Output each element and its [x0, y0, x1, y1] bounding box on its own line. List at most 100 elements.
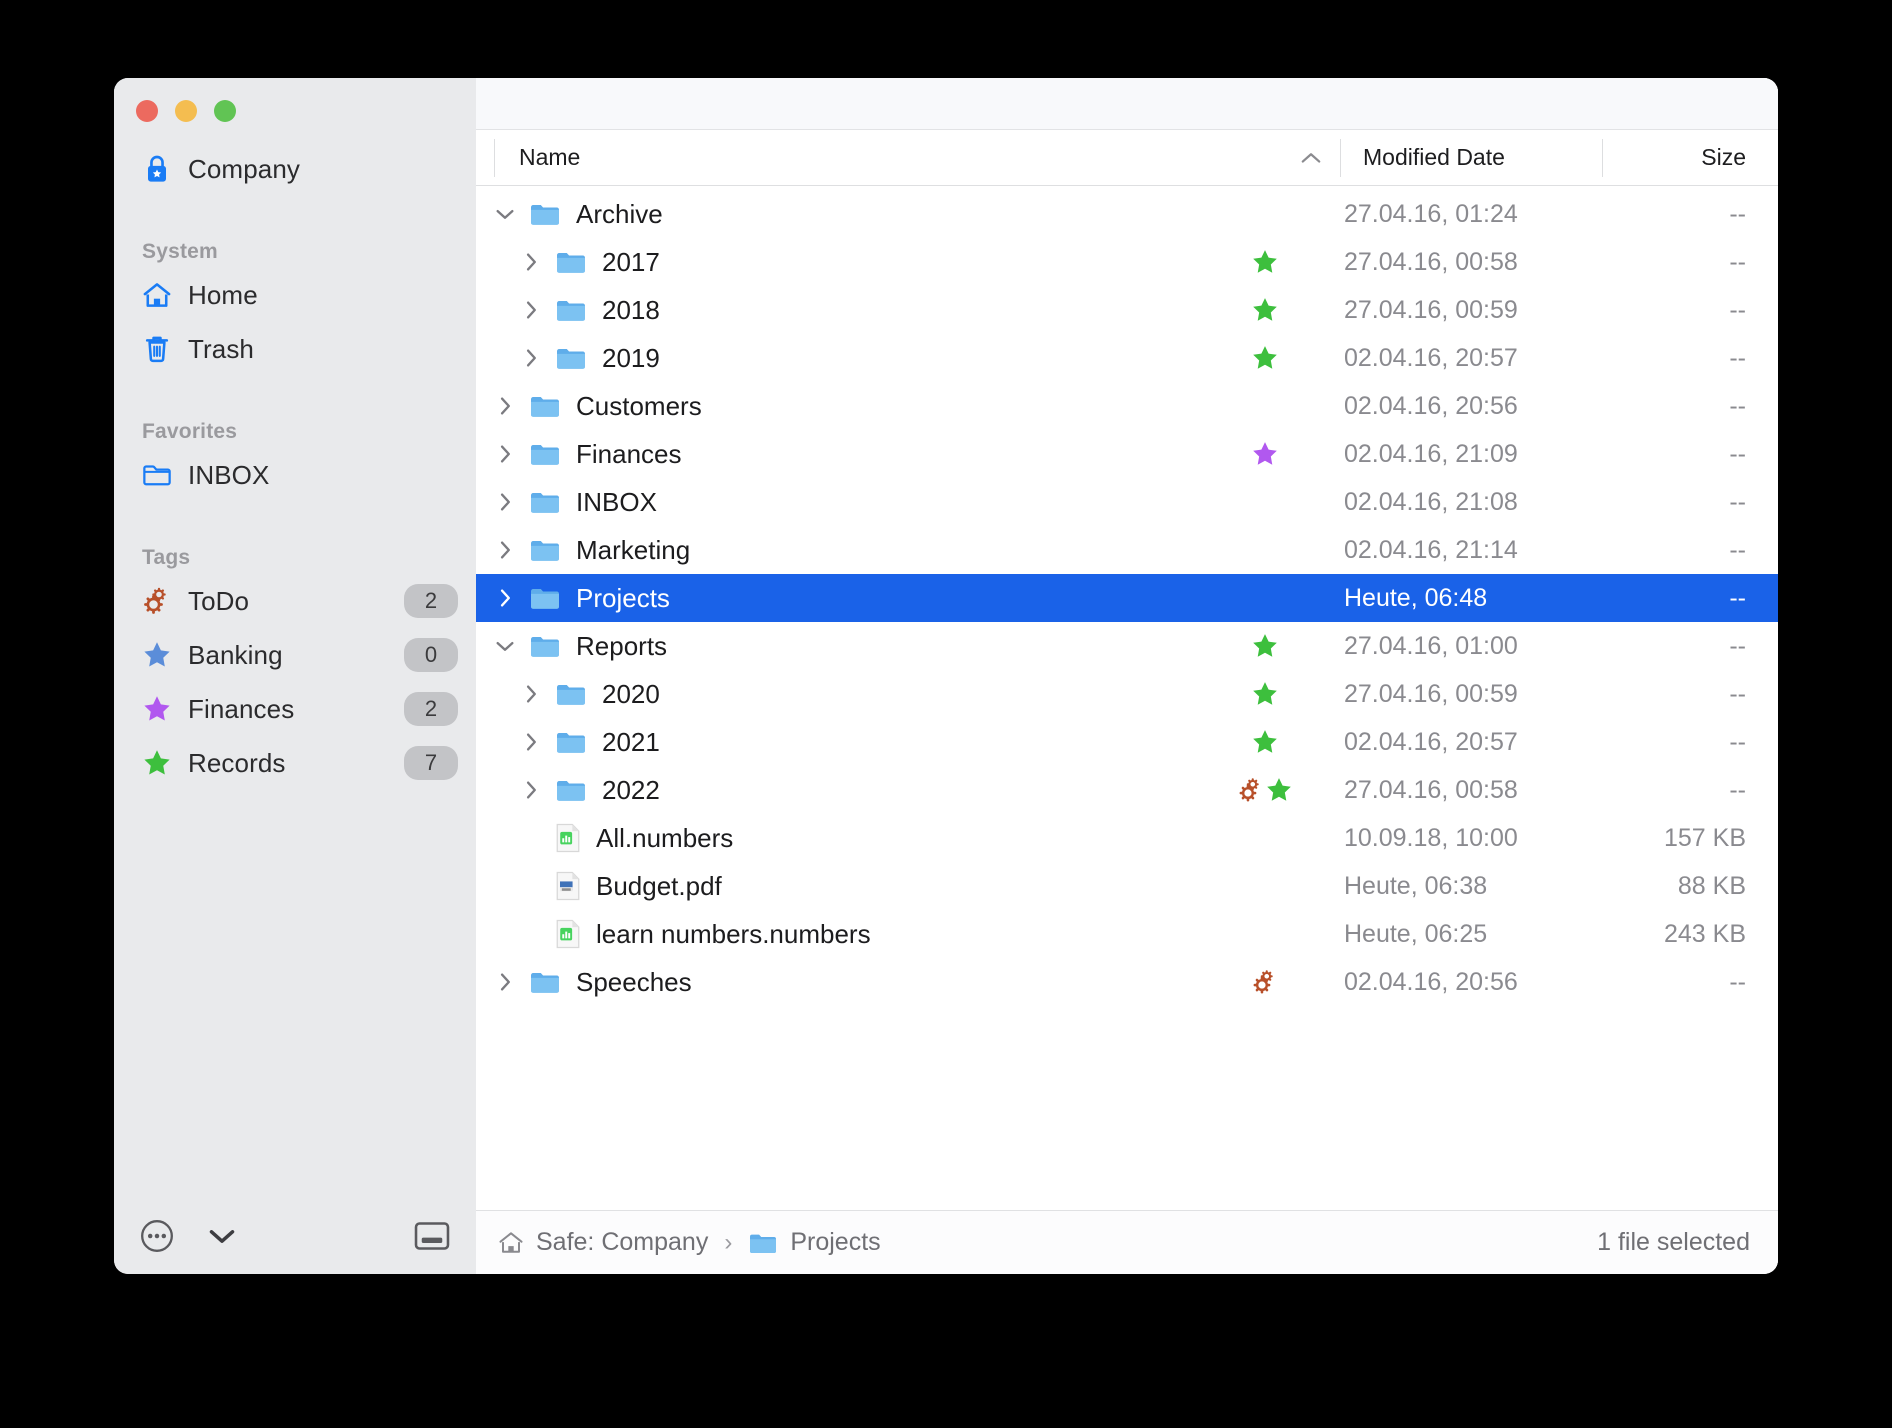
main-titlebar: [476, 78, 1778, 130]
trash-icon: [142, 334, 172, 364]
file-name-cell: learn numbers.numbers: [476, 918, 1190, 950]
sidebar-item-label: Records: [188, 747, 286, 778]
disclosure-collapsed-icon[interactable]: [516, 732, 546, 752]
file-size: 88 KB: [1677, 871, 1746, 900]
table-row[interactable]: Budget.pdf Heute, 06:38 88 KB: [476, 862, 1778, 910]
column-header-modified-date[interactable]: Modified Date: [1340, 138, 1602, 177]
pdf-icon: [554, 870, 582, 902]
file-name-label: 2018: [602, 294, 660, 325]
table-row[interactable]: 2020 27.04.16, 00:59 --: [476, 670, 1778, 718]
folder-outline-icon: [142, 460, 172, 490]
disclosure-collapsed-icon[interactable]: [516, 348, 546, 368]
file-modified-date: 02.04.16, 20:56: [1344, 391, 1518, 420]
disclosure-collapsed-icon[interactable]: [516, 780, 546, 800]
file-name-label: 2017: [602, 246, 660, 277]
column-header-size[interactable]: Size: [1602, 138, 1778, 177]
breadcrumb-item-projects[interactable]: Projects: [790, 1228, 880, 1257]
disclosure-collapsed-icon[interactable]: [490, 540, 520, 560]
table-row[interactable]: Marketing 02.04.16, 21:14 --: [476, 526, 1778, 574]
table-row[interactable]: Reports 27.04.16, 01:00 --: [476, 622, 1778, 670]
file-name-cell: 2019: [476, 343, 1190, 374]
sidebar-item-finances[interactable]: Finances 2: [114, 682, 476, 736]
disclosure-collapsed-icon[interactable]: [490, 972, 520, 992]
file-name-label: Speeches: [576, 966, 692, 997]
table-row[interactable]: Archive 27.04.16, 01:24 --: [476, 190, 1778, 238]
star-icon: [142, 694, 172, 724]
file-modified-date: 02.04.16, 20:57: [1344, 727, 1518, 756]
chevron-down-icon[interactable]: [208, 1226, 236, 1246]
close-window-button[interactable]: [136, 100, 158, 122]
file-size: --: [1729, 247, 1746, 276]
ellipsis-circle-icon[interactable]: [140, 1219, 174, 1253]
sidebar-item-label: Banking: [188, 639, 283, 670]
file-tags-cell: [1190, 776, 1340, 804]
file-modified-date: 27.04.16, 00:59: [1344, 679, 1518, 708]
disclosure-collapsed-icon[interactable]: [490, 396, 520, 416]
star-icon: [1251, 344, 1279, 372]
tag-count-badge: 2: [404, 692, 458, 726]
table-row[interactable]: 2019 02.04.16, 20:57 --: [476, 334, 1778, 382]
sidebar-item-trash[interactable]: Trash: [114, 322, 476, 376]
minimize-window-button[interactable]: [175, 100, 197, 122]
panel-bottom-icon[interactable]: [414, 1222, 450, 1250]
table-row[interactable]: INBOX 02.04.16, 21:08 --: [476, 478, 1778, 526]
table-row[interactable]: 2018 27.04.16, 00:59 --: [476, 286, 1778, 334]
star-icon: [1251, 728, 1279, 756]
file-name-label: Customers: [576, 390, 702, 421]
disclosure-collapsed-icon[interactable]: [516, 252, 546, 272]
sidebar-item-label: INBOX: [188, 459, 270, 490]
table-row[interactable]: Speeches 02.04.16, 20:56 --: [476, 958, 1778, 1006]
file-name-cell: Marketing: [476, 535, 1190, 566]
file-name-cell: All.numbers: [476, 822, 1190, 854]
file-size: --: [1729, 343, 1746, 372]
sidebar-item-todo[interactable]: ToDo 2: [114, 574, 476, 628]
table-row[interactable]: Finances 02.04.16, 21:09 --: [476, 430, 1778, 478]
lock-star-icon: [142, 154, 172, 184]
table-row[interactable]: 2017 27.04.16, 00:58 --: [476, 238, 1778, 286]
home-icon: [498, 1230, 524, 1255]
disclosure-collapsed-icon[interactable]: [516, 684, 546, 704]
folder-icon: [748, 1230, 778, 1256]
file-tags-cell: [1190, 344, 1340, 372]
table-row[interactable]: 2022 27.04.16, 00:58 --: [476, 766, 1778, 814]
disclosure-expanded-icon[interactable]: [490, 207, 520, 221]
table-row[interactable]: 2021 02.04.16, 20:57 --: [476, 718, 1778, 766]
column-header-name[interactable]: Name: [494, 138, 1340, 177]
file-size: --: [1729, 295, 1746, 324]
table-row[interactable]: learn numbers.numbers Heute, 06:25 243 KB: [476, 910, 1778, 958]
sidebar: Company System Home Trash Favorites INBO…: [114, 78, 476, 1274]
file-size: --: [1729, 727, 1746, 756]
sidebar-item-banking[interactable]: Banking 0: [114, 628, 476, 682]
file-list[interactable]: Archive 27.04.16, 01:24 -- 2017 27.04.16, 00…: [476, 186, 1778, 1210]
maximize-window-button[interactable]: [214, 100, 236, 122]
file-name-label: All.numbers: [596, 822, 734, 853]
sidebar-item-records[interactable]: Records 7: [114, 736, 476, 790]
file-size: 243 KB: [1663, 919, 1746, 948]
file-name-cell: 2022: [476, 775, 1190, 806]
table-row[interactable]: Customers 02.04.16, 20:56 --: [476, 382, 1778, 430]
disclosure-collapsed-icon[interactable]: [490, 444, 520, 464]
file-name-cell: 2021: [476, 727, 1190, 758]
star-icon: [1265, 776, 1293, 804]
file-name-cell: Budget.pdf: [476, 870, 1190, 902]
file-browser-window: Company System Home Trash Favorites INBO…: [114, 78, 1778, 1274]
file-modified-date: Heute, 06:25: [1344, 919, 1488, 948]
disclosure-collapsed-icon[interactable]: [490, 588, 520, 608]
disclosure-expanded-icon[interactable]: [490, 639, 520, 653]
file-name-label: 2021: [602, 726, 660, 757]
disclosure-collapsed-icon[interactable]: [516, 300, 546, 320]
tag-count-badge: 2: [404, 584, 458, 618]
star-icon: [1251, 296, 1279, 324]
sidebar-item-inbox[interactable]: INBOX: [114, 448, 476, 502]
folder-icon: [528, 584, 562, 612]
sidebar-item-home[interactable]: Home: [114, 268, 476, 322]
table-row[interactable]: All.numbers 10.09.18, 10:00 157 KB: [476, 814, 1778, 862]
disclosure-collapsed-icon[interactable]: [490, 492, 520, 512]
sidebar-item-company[interactable]: Company: [114, 142, 476, 196]
breadcrumb-item-safe-company[interactable]: Safe: Company: [536, 1228, 708, 1257]
home-icon: [142, 280, 172, 310]
star-icon: [142, 640, 172, 670]
gears-icon: [1252, 969, 1278, 995]
star-icon: [1251, 248, 1279, 276]
table-row[interactable]: Projects Heute, 06:48 --: [476, 574, 1778, 622]
